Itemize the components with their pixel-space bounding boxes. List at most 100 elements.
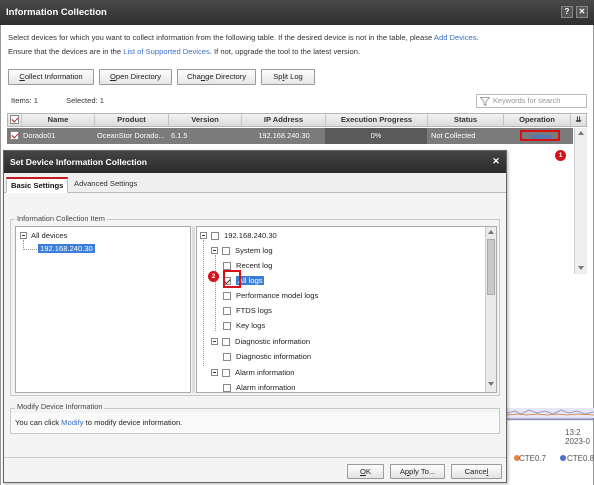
- tree-item-performance-logs[interactable]: Performance model logs: [223, 290, 318, 302]
- hint-text: You can click: [15, 418, 62, 427]
- tree-item-alarm[interactable]: Alarm information: [211, 367, 295, 379]
- dialog-title: Set Device Information Collection: [10, 157, 148, 167]
- collection-items-panel: 192.168.240.30 System log Recent log All…: [196, 226, 497, 393]
- tree-checkbox[interactable]: [211, 232, 219, 240]
- tree-item-all-devices[interactable]: All devices: [20, 230, 67, 242]
- tree-connector: [203, 240, 204, 366]
- intro-text: . If not, upgrade the tool to the latest…: [209, 47, 361, 56]
- search-input[interactable]: Keywords for search: [476, 94, 587, 108]
- tree-checkbox[interactable]: [223, 262, 231, 270]
- tree-checkbox[interactable]: [222, 338, 230, 346]
- tab-basic-settings[interactable]: Basic Settings: [6, 177, 69, 193]
- column-product[interactable]: Product: [95, 114, 169, 126]
- add-devices-link[interactable]: Add Devices: [434, 33, 477, 42]
- cell-name: Dorado01: [23, 131, 56, 140]
- table-row[interactable]: Dorado01 OceanStor Dorado... 6.1.5 192.1…: [7, 128, 573, 144]
- row-checkbox[interactable]: [10, 131, 19, 140]
- cell-status: Not Collected: [431, 131, 476, 140]
- split-log-button[interactable]: Split Log: [261, 69, 315, 85]
- legend-label-1: CTE0.7: [519, 454, 547, 463]
- mnemonic: l: [486, 467, 489, 476]
- supported-devices-link[interactable]: List of Supported Devices: [123, 47, 210, 56]
- collapse-icon[interactable]: [200, 232, 207, 239]
- tree-connector: [23, 249, 37, 250]
- column-status[interactable]: Status: [428, 114, 504, 126]
- scroll-up-icon[interactable]: [578, 131, 584, 135]
- tree-label: Alarm information: [235, 368, 295, 377]
- scroll-up-icon[interactable]: [488, 230, 494, 234]
- modify-link[interactable]: Modify: [61, 418, 83, 427]
- column-version[interactable]: Version: [169, 114, 242, 126]
- column-operation[interactable]: Operation: [504, 114, 571, 126]
- collapse-icon[interactable]: [20, 232, 27, 239]
- tree-checkbox[interactable]: [223, 353, 231, 361]
- tree-checkbox[interactable]: [223, 292, 231, 300]
- open-directory-button[interactable]: Open Directory: [99, 69, 172, 85]
- tree-label: 192.168.240.30: [38, 244, 95, 253]
- tab-advanced-settings[interactable]: Advanced Settings: [70, 177, 141, 193]
- select-all-cell: [8, 114, 22, 126]
- tree-checkbox[interactable]: [223, 322, 231, 330]
- tree-label: Key logs: [236, 321, 266, 330]
- tree-checkbox[interactable]: [222, 369, 230, 377]
- items-count: Items: 1: [11, 96, 39, 105]
- legend-label-2: CTE0.8: [567, 454, 594, 463]
- progress-bar: 0%: [325, 128, 427, 144]
- tree-item-alarm-child[interactable]: Alarm information: [223, 382, 296, 392]
- window-titlebar: Information Collection ? ✕: [0, 0, 594, 25]
- tree-item-system-log[interactable]: System log: [211, 245, 273, 257]
- selected-count: Selected: 1: [66, 96, 104, 105]
- collapse-icon[interactable]: [211, 369, 218, 376]
- chart-time-label: 13:2: [565, 428, 581, 437]
- scroll-down-icon[interactable]: [488, 382, 494, 386]
- tree-item-diagnostic-child[interactable]: Diagnostic information: [223, 351, 311, 363]
- modify-device-group: Modify Device Information You can click …: [10, 402, 500, 434]
- column-ip-address[interactable]: IP Address: [242, 114, 326, 126]
- column-name[interactable]: Name: [22, 114, 95, 126]
- tree-checkbox[interactable]: [223, 307, 231, 315]
- group-title: Modify Device Information: [15, 402, 105, 411]
- column-execution-progress[interactable]: Execution Progress: [326, 114, 428, 126]
- scroll-down-icon[interactable]: [578, 266, 584, 270]
- tree-vertical-scrollbar[interactable]: [485, 227, 496, 392]
- group-title: Information Collection Item: [15, 214, 107, 223]
- change-directory-button[interactable]: Change Directory: [177, 69, 256, 85]
- step-marker-1: 1: [555, 150, 566, 161]
- apply-to-button[interactable]: Apply To...: [390, 464, 445, 479]
- dialog-titlebar: Set Device Information Collection ✕: [4, 151, 506, 173]
- cancel-button[interactable]: Cancel: [451, 464, 502, 479]
- collect-information-button[interactable]: Collect Information: [8, 69, 94, 85]
- help-button[interactable]: ?: [561, 6, 573, 18]
- tree-label: Diagnostic information: [235, 337, 311, 346]
- collapse-icon[interactable]: [211, 338, 218, 345]
- tree-label: Performance model logs: [236, 291, 319, 300]
- intro-text: .: [476, 33, 479, 42]
- dialog-close-button[interactable]: ✕: [490, 156, 502, 168]
- collapse-icon[interactable]: [211, 247, 218, 254]
- table-vertical-scrollbar[interactable]: [574, 128, 587, 274]
- tree-checkbox[interactable]: [223, 384, 231, 392]
- close-button[interactable]: ✕: [576, 6, 588, 18]
- tree-label: System log: [235, 246, 273, 255]
- search-placeholder: Keywords for search: [493, 96, 561, 105]
- tree-item-ftds-logs[interactable]: FTDS logs: [223, 305, 272, 317]
- intro-line-1: Select devices for which you want to col…: [8, 33, 479, 42]
- scroll-thumb[interactable]: [487, 239, 495, 295]
- hint-text: to modify device information.: [83, 418, 183, 427]
- tree-label: Diagnostic information: [236, 352, 312, 361]
- tree-item-device-ip[interactable]: 192.168.240.30: [38, 243, 95, 255]
- tree-item-ip-root[interactable]: 192.168.240.30: [200, 230, 277, 242]
- cell-version: 6.1.5: [171, 131, 188, 140]
- button-label: pen Directory: [115, 72, 162, 81]
- tree-checkbox[interactable]: [222, 247, 230, 255]
- select-all-checkbox[interactable]: [10, 115, 19, 124]
- ok-button[interactable]: OK: [347, 464, 384, 479]
- tree-item-diagnostic[interactable]: Diagnostic information: [211, 336, 310, 348]
- setting-link[interactable]: Setting: [520, 130, 560, 141]
- step-marker-2: 2: [208, 271, 219, 282]
- modify-hint: You can click Modify to modify device in…: [11, 413, 499, 433]
- tree-item-key-logs[interactable]: Key logs: [223, 320, 265, 332]
- panel-splitter[interactable]: [192, 226, 195, 393]
- button-label: K: [365, 467, 371, 476]
- column-settings-icon[interactable]: ⇊: [571, 114, 586, 126]
